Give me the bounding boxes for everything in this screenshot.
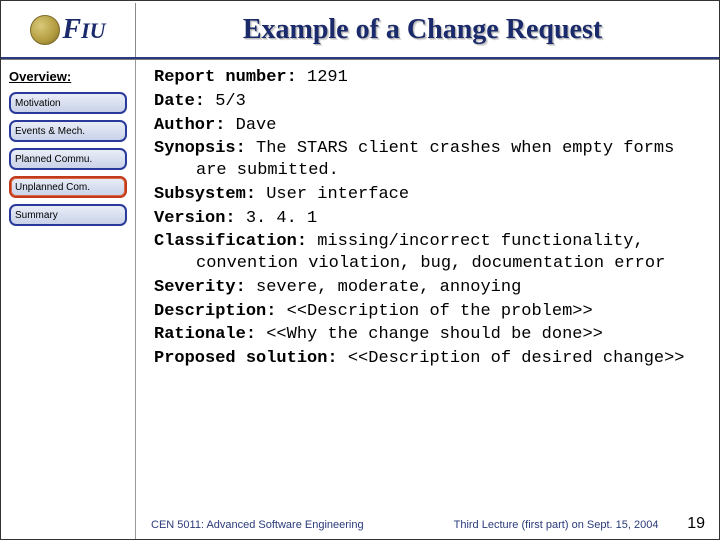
value: 5/3: [205, 92, 246, 111]
value: <<Description of desired change>>: [338, 349, 685, 368]
sidebar-item-summary[interactable]: Summary: [9, 204, 127, 226]
content: Report number: 1291 Date: 5/3 Author: Da…: [136, 59, 719, 539]
field-subsystem: Subsystem: User interface: [154, 184, 701, 206]
footer-course: CEN 5011: Advanced Software Engineering: [151, 519, 364, 531]
field-version: Version: 3. 4. 1: [154, 208, 701, 230]
sidebar-heading: Overview:: [9, 69, 127, 84]
label: Report number:: [154, 68, 297, 87]
label: Rationale:: [154, 325, 256, 344]
field-report-number: Report number: 1291: [154, 67, 701, 89]
value: <<Why the change should be done>>: [256, 325, 603, 344]
field-classification: Classification: missing/incorrect functi…: [154, 231, 701, 275]
logo-text: FIU: [62, 14, 105, 46]
label: Synopsis:: [154, 139, 246, 158]
seal-icon: [30, 15, 60, 45]
body: Overview: Motivation Events & Mech. Plan…: [1, 59, 719, 539]
sidebar-item-unplanned[interactable]: Unplanned Com.: [9, 176, 127, 198]
field-description: Description: <<Description of the proble…: [154, 301, 701, 323]
header: FIU Example of a Change Request: [1, 1, 719, 59]
value: severe, moderate, annoying: [246, 278, 521, 297]
value: Dave: [225, 116, 276, 135]
sidebar: Overview: Motivation Events & Mech. Plan…: [1, 59, 136, 539]
sidebar-item-motivation[interactable]: Motivation: [9, 92, 127, 114]
value: 1291: [297, 68, 348, 87]
field-proposed: Proposed solution: <<Description of desi…: [154, 348, 701, 370]
sidebar-item-planned[interactable]: Planned Commu.: [9, 148, 127, 170]
label: Severity:: [154, 278, 246, 297]
label: Classification:: [154, 232, 307, 251]
footer-lecture: Third Lecture (first part) on Sept. 15, …: [454, 519, 659, 531]
label: Date:: [154, 92, 205, 111]
slide: FIU Example of a Change Request Overview…: [0, 0, 720, 540]
label: Author:: [154, 116, 225, 135]
value: The STARS client crashes when empty form…: [196, 139, 674, 180]
label: Version:: [154, 209, 236, 228]
field-author: Author: Dave: [154, 115, 701, 137]
label: Proposed solution:: [154, 349, 338, 368]
value: 3. 4. 1: [236, 209, 318, 228]
label: Subsystem:: [154, 185, 256, 204]
field-synopsis: Synopsis: The STARS client crashes when …: [154, 138, 701, 182]
label: Description:: [154, 302, 276, 321]
field-rationale: Rationale: <<Why the change should be do…: [154, 324, 701, 346]
field-severity: Severity: severe, moderate, annoying: [154, 277, 701, 299]
page-number: 19: [687, 515, 705, 533]
value: User interface: [256, 185, 409, 204]
value: <<Description of the problem>>: [276, 302, 592, 321]
slide-title: Example of a Change Request: [136, 14, 719, 46]
field-date: Date: 5/3: [154, 91, 701, 113]
logo-cell: FIU: [1, 3, 136, 57]
sidebar-item-events[interactable]: Events & Mech.: [9, 120, 127, 142]
footer: CEN 5011: Advanced Software Engineering …: [1, 515, 719, 533]
